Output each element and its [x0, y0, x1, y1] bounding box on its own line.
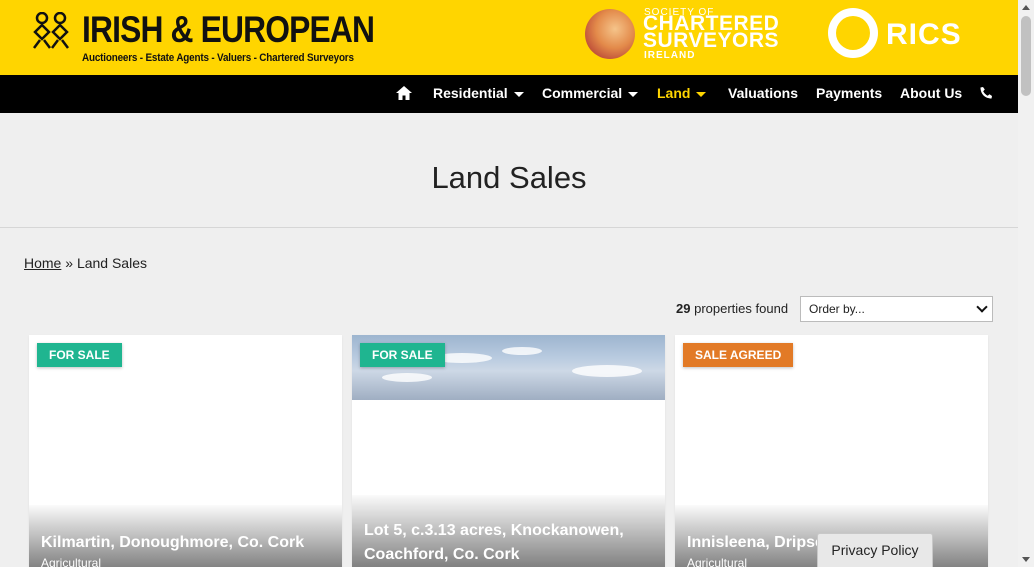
nav-valuations[interactable]: Valuations [728, 75, 798, 113]
card-subtitle: Agricultural [41, 556, 102, 567]
scs-emblem-icon [585, 9, 635, 59]
scroll-down-arrow-icon[interactable] [1022, 557, 1030, 562]
scs-line-4: IRELAND [644, 50, 696, 61]
nav-payments[interactable]: Payments [816, 75, 882, 113]
breadcrumb: Home » Land Sales [24, 255, 147, 271]
chevron-down-icon [976, 301, 988, 313]
property-card[interactable]: FOR SALE Kilmartin, Donoughmore, Co. Cor… [29, 335, 342, 567]
card-title[interactable]: Kilmartin, Donoughmore, Co. Cork [41, 531, 331, 555]
property-card[interactable]: FOR SALE Lot 5, c.3.13 acres, Knockanowe… [352, 335, 665, 567]
privacy-policy-button[interactable]: Privacy Policy [817, 533, 933, 567]
status-badge: FOR SALE [360, 343, 445, 367]
nav-residential[interactable]: Residential [433, 75, 524, 113]
order-by-value: Order by... [809, 302, 865, 316]
breadcrumb-separator: » [65, 255, 74, 271]
site-header: IRISH & EUROPEAN Auctioneers - Estate Ag… [0, 0, 1018, 75]
scroll-thumb[interactable] [1021, 16, 1031, 96]
results-number: 29 [676, 301, 691, 316]
results-count: 29 properties found [676, 301, 788, 316]
phone-icon [980, 86, 992, 99]
nav-commercial-label: Commercial [542, 85, 623, 101]
scroll-up-arrow-icon[interactable] [1022, 5, 1030, 10]
breadcrumb-home-link[interactable]: Home [24, 255, 61, 271]
logo-title: IRISH & EUROPEAN [82, 9, 375, 50]
nav-payments-label: Payments [816, 85, 883, 101]
page-scrollbar[interactable] [1018, 0, 1034, 567]
logo-tagline: Auctioneers - Estate Agents - Valuers - … [82, 52, 354, 64]
nav-valuations-label: Valuations [728, 85, 799, 101]
chevron-down-icon [628, 91, 639, 97]
main-nav: Residential Commercial Land Valuations P… [0, 75, 1018, 113]
phone-nav-link[interactable] [979, 75, 993, 113]
scs-line-3: SURVEYORS [643, 29, 779, 52]
nav-residential-label: Residential [433, 85, 508, 101]
nav-land[interactable]: Land [657, 75, 707, 113]
nav-commercial[interactable]: Commercial [542, 75, 639, 113]
status-badge: SALE AGREED [683, 343, 794, 367]
chevron-down-icon [513, 91, 524, 97]
nav-land-label: Land [657, 85, 691, 101]
rics-text: RICS [886, 18, 962, 51]
card-subtitle: Agricultural [687, 556, 748, 567]
nav-about-us-label: About Us [900, 85, 963, 101]
logo-figures-icon [33, 12, 69, 49]
rics-lion-icon [828, 8, 878, 58]
card-title[interactable]: Lot 5, c.3.13 acres, Knockanowen, Coachf… [364, 519, 654, 567]
breadcrumb-current: Land Sales [76, 255, 147, 271]
chevron-down-icon [696, 91, 707, 97]
order-by-select[interactable]: Order by... [800, 296, 993, 322]
nav-about-us[interactable]: About Us [900, 75, 962, 113]
status-badge: FOR SALE [37, 343, 122, 367]
home-icon [396, 85, 412, 100]
results-label: properties found [694, 301, 789, 316]
home-nav-link[interactable] [396, 75, 412, 113]
page-title-band: Land Sales [0, 113, 1018, 228]
page-title: Land Sales [431, 160, 587, 195]
